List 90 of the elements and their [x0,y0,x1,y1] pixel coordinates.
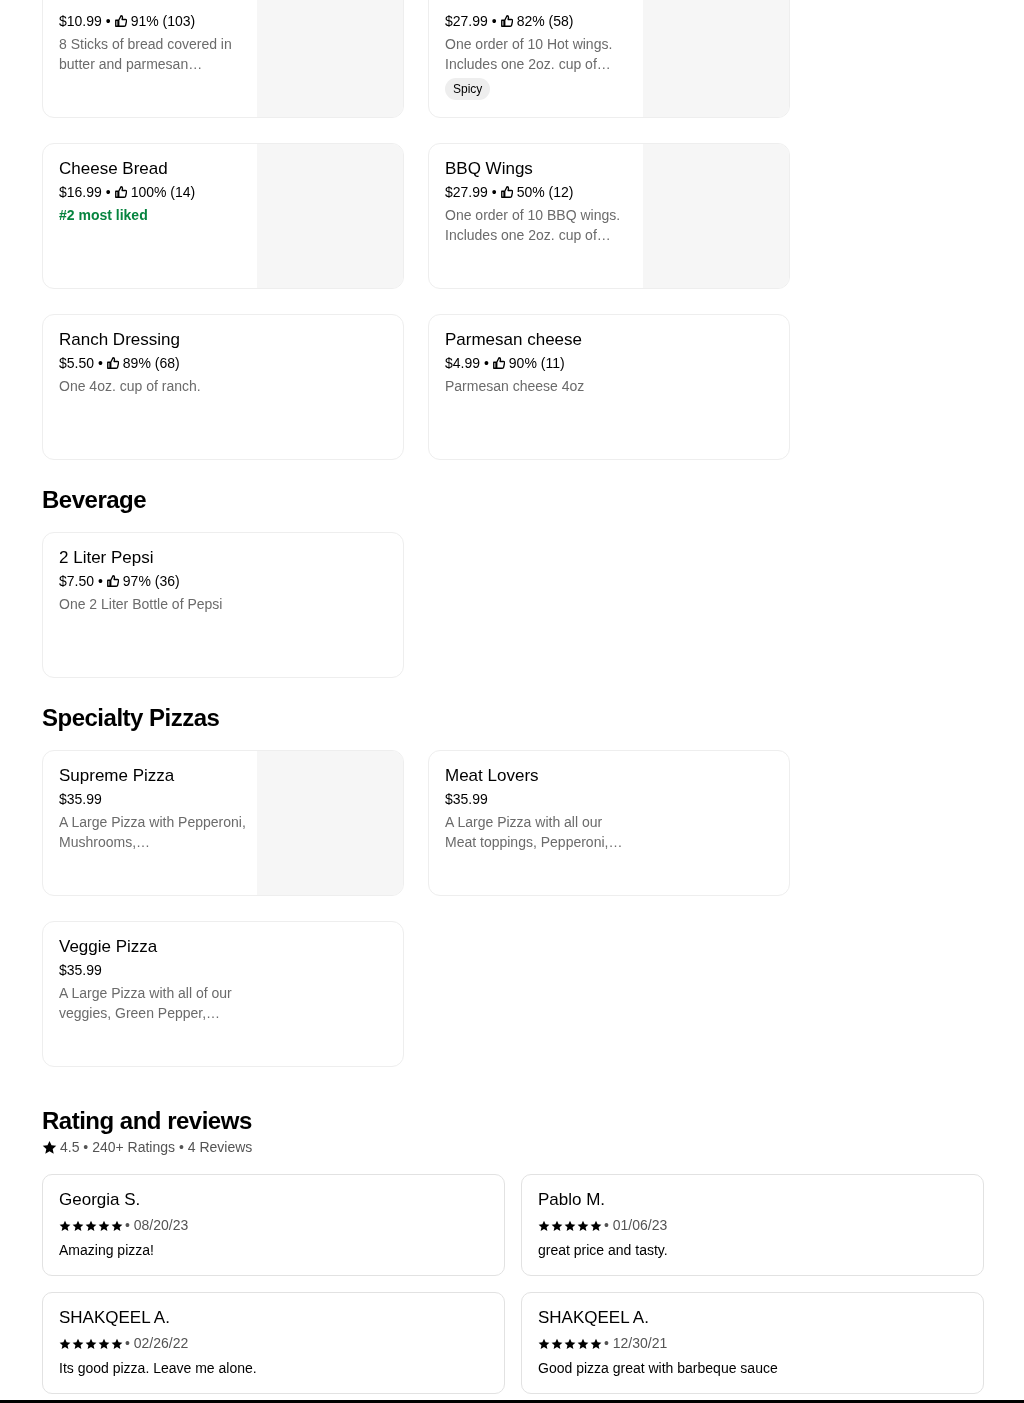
review-text: Amazing pizza! [59,1241,155,1260]
review-text: great price and tasty. [538,1241,669,1260]
item-price: $16.99 • [59,183,111,201]
star-icon [98,1337,110,1350]
star-icon [111,1219,123,1232]
menu-item-card[interactable]: Cheese Bread $16.99 • 100% (14) #2 most liked [42,143,404,289]
like-rating: 89% (68) [122,354,180,372]
star-icon [111,1337,123,1350]
tag: Spicy [445,78,491,100]
section-heading: Specialty Pizzas [42,704,221,732]
like-rating: 50% (12) [516,183,574,201]
menu-item-card[interactable]: 2 Liter Pepsi $7.50 • 97% (36) One 2 Liter Bottle of Pepsi [42,532,404,678]
star-icon [72,1219,84,1232]
menu-item-card[interactable]: Parmesan cheese $4.99 • 90% (11) Parmesan cheese 4oz [428,314,790,460]
reviewer-name: Georgia S. [59,1189,142,1211]
item-description: Parmesan cheese 4oz [445,377,586,396]
item-price: $5.50 • [59,354,103,372]
section-heading: Beverage [42,486,148,514]
menu-item-card[interactable]: Ranch Dressing $5.50 • 89% (68) One 4oz. cup of ranch. [42,314,404,460]
menu-item-card[interactable]: Veggie Pizza $35.99 A Large Pizza with all of our veggies, Green Pepper,… [42,921,404,1067]
star-icon [577,1219,589,1232]
item-name: 2 Liter Pepsi [59,547,155,569]
item-price: $27.99 • [445,12,497,30]
popularity-label: #2 most liked [59,206,149,225]
item-price: $4.99 • [445,354,489,372]
thumbs-up-icon [500,15,513,27]
menu-item-card[interactable]: Meat Lovers $35.99 A Large Pizza with all our Meat toppings, Pepperoni,… [428,750,790,896]
item-name: Cheese Bread [59,158,169,180]
review-date: • 02/26/22 [125,1334,189,1353]
star-icon [590,1337,602,1350]
reviewer-name: SHAKQEEL A. [538,1307,650,1329]
item-name: Meat Lovers [445,765,540,787]
reviewer-name: SHAKQEEL A. [59,1307,171,1329]
like-rating: 97% (36) [122,572,180,590]
star-icon [551,1219,563,1232]
item-price: $35.99 [59,961,102,979]
star-icon [577,1337,589,1350]
item-price: $35.99 [59,790,102,808]
item-description: One order of 10 Hot wings. Includes one 2oz. cup of… [445,35,614,74]
menu-item-card[interactable]: BBQ Wings $27.99 • 50% (12) One order of 10 BBQ wings. Includes one 2oz. cup of… [428,143,790,289]
thumbs-up-icon [500,186,513,198]
item-name: Supreme Pizza [59,765,176,787]
item-name: BBQ Wings [445,158,534,180]
menu-item-card[interactable]: $27.99 • 82% (58) One order of 10 Hot wings. Includes one 2oz. cup of… Spicy [428,0,790,118]
like-rating: 82% (58) [516,12,574,30]
review-date: • 12/30/21 [604,1334,668,1353]
star-icon [538,1337,550,1350]
item-description: A Large Pizza with all of our veggies, Green Pepper,… [59,984,233,1023]
review-date: • 08/20/23 [125,1216,189,1235]
menu-item-card[interactable]: Supreme Pizza $35.99 A Large Pizza with Pepperoni, Mushrooms,… [42,750,404,896]
item-description: One 4oz. cup of ranch. [59,377,202,396]
review-date: • 01/06/23 [604,1216,668,1235]
star-icon [42,1140,57,1155]
item-description: A Large Pizza with Pepperoni, Mushrooms,… [59,813,247,852]
thumbs-up-icon [114,15,127,27]
star-icon [85,1337,97,1350]
star-icon [85,1219,97,1232]
review-text: Its good pizza. Leave me alone. [59,1359,258,1378]
review-text: Good pizza great with barbeque sauce [538,1359,779,1378]
star-icon [72,1337,84,1350]
item-name: Veggie Pizza [59,936,159,958]
thumbs-up-icon [106,575,119,587]
item-name: Ranch Dressing [59,329,181,351]
item-description: A Large Pizza with all our Meat toppings, Pepperoni,… [445,813,624,852]
item-name: Parmesan cheese [445,329,584,351]
thumbs-up-icon [114,186,127,198]
star-icon [538,1219,550,1232]
star-icon [590,1219,602,1232]
star-icon [564,1337,576,1350]
menu-item-card[interactable]: $10.99 • 91% (103) 8 Sticks of bread covered in butter and parmesan… [42,0,404,118]
star-icon [59,1219,71,1232]
like-rating: 90% (11) [508,354,565,372]
item-price: $7.50 • [59,572,103,590]
item-price: $10.99 • [59,12,111,30]
item-description: One order of 10 BBQ wings. Includes one 2oz. cup of… [445,206,622,245]
section-heading: Rating and reviews [42,1107,253,1135]
thumbs-up-icon [492,357,505,369]
item-description: 8 Sticks of bread covered in butter and parmesan… [59,35,233,74]
star-icon [564,1219,576,1232]
star-icon [551,1337,563,1350]
reviewer-name: Pablo M. [538,1189,607,1211]
thumbs-up-icon [106,357,119,369]
item-description: One 2 Liter Bottle of Pepsi [59,595,224,614]
rating-summary: 4.5 • 240+ Ratings • 4 Reviews [60,1138,253,1157]
star-icon [59,1337,71,1350]
star-icon [98,1219,110,1232]
item-price: $27.99 • [445,183,497,201]
like-rating: 91% (103) [130,12,196,30]
item-price: $35.99 [445,790,488,808]
like-rating: 100% (14) [130,183,196,201]
